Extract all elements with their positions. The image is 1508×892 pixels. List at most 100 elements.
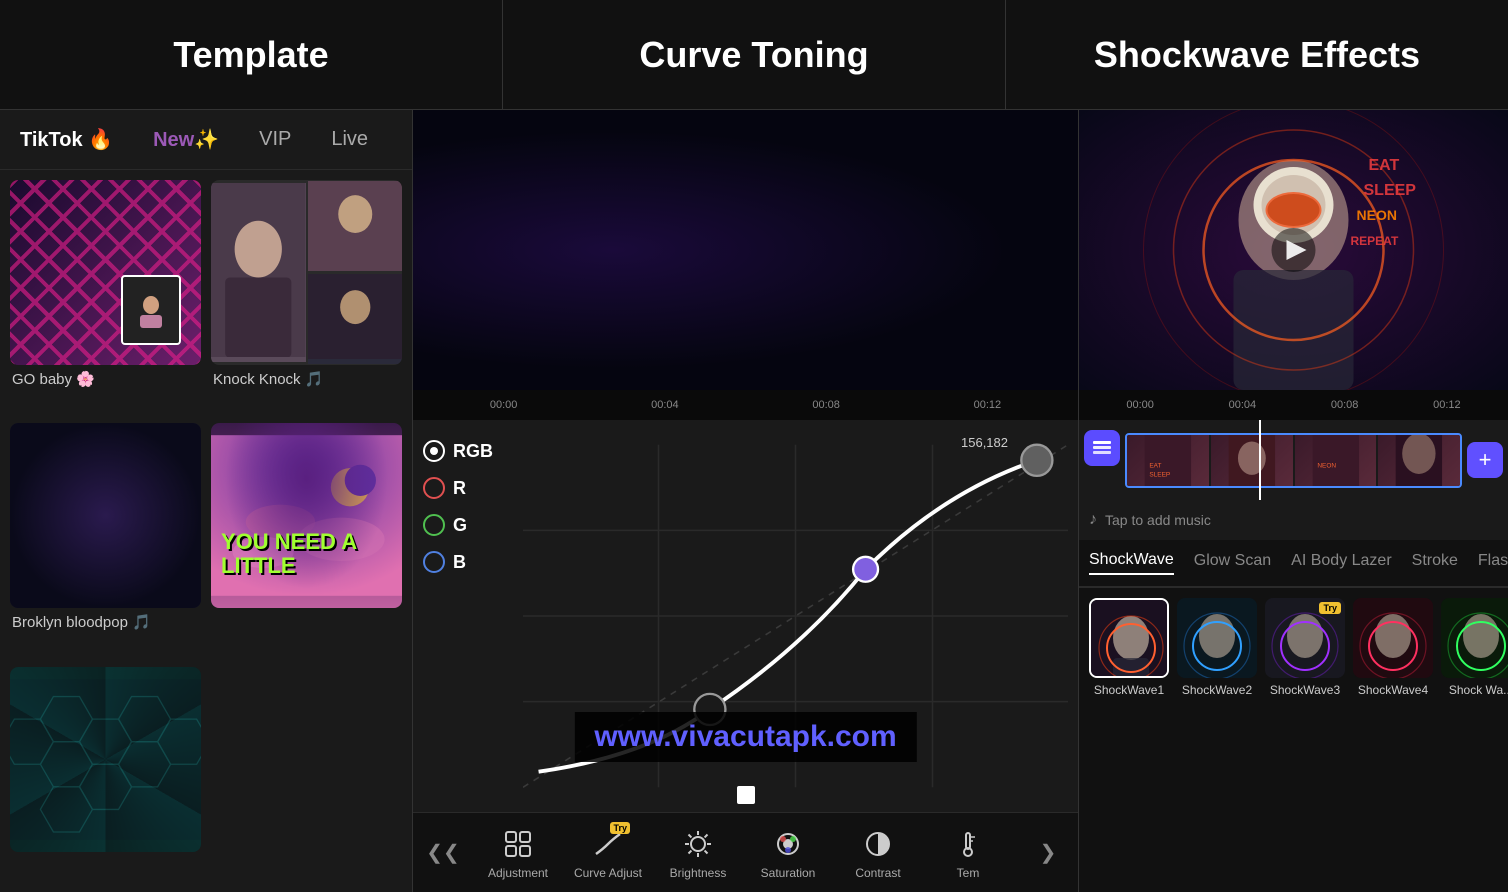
rgb-dot bbox=[423, 440, 445, 462]
saturation-label: Saturation bbox=[761, 866, 816, 880]
toolbar-temperature[interactable]: Tem bbox=[933, 826, 1003, 880]
tab-live[interactable]: Live bbox=[321, 123, 378, 156]
saturation-icon bbox=[770, 826, 806, 862]
effect-shockwave2[interactable]: ShockWave2 bbox=[1177, 598, 1257, 882]
adjustment-label: Adjustment bbox=[488, 866, 548, 880]
template-thumb-go-baby bbox=[10, 180, 201, 365]
track-frame-3: NEON bbox=[1295, 435, 1377, 486]
more-button[interactable]: ❯ bbox=[1028, 833, 1068, 873]
toolbar-contrast[interactable]: Contrast bbox=[843, 826, 913, 880]
contrast-label: Contrast bbox=[855, 866, 900, 880]
time-12: 00:12 bbox=[907, 399, 1068, 411]
curve-panel: 00:00 00:04 00:08 00:12 RGB R G bbox=[413, 110, 1078, 892]
template-label-knock-knock: Knock Knock 🎵 bbox=[211, 370, 402, 388]
video-track-strip: EAT SLEEP NEON bbox=[1125, 433, 1462, 488]
g-dot bbox=[423, 514, 445, 536]
time-8: 00:08 bbox=[746, 399, 907, 411]
template-grid: GO baby 🌸 bbox=[0, 170, 412, 892]
layers-icon[interactable] bbox=[1084, 430, 1120, 466]
curve-adjustment: RGB R G B 156,182 bbox=[413, 420, 1078, 812]
go-baby-selfie bbox=[121, 275, 181, 345]
toolbar-curve-adjust[interactable]: Try Curve Adjust bbox=[573, 826, 643, 880]
template-thumb-you-need: YOU NEED ALITTLE bbox=[211, 423, 402, 608]
toolbar-adjustment[interactable]: Adjustment bbox=[483, 826, 553, 880]
template-thumb-knock-knock bbox=[211, 180, 402, 365]
channel-list: RGB R G B bbox=[423, 430, 523, 802]
main-content: TikTok 🔥 New✨ VIP Live bbox=[0, 110, 1508, 892]
sw-time-4: 00:04 bbox=[1191, 399, 1293, 411]
svg-text:SLEEP: SLEEP bbox=[1364, 182, 1417, 199]
svg-text:EAT: EAT bbox=[1369, 157, 1400, 174]
template-card-you-need[interactable]: YOU NEED ALITTLE bbox=[211, 423, 402, 656]
sw-time-12: 00:12 bbox=[1396, 399, 1498, 411]
channel-r[interactable]: R bbox=[423, 477, 523, 499]
knock-cell-2 bbox=[308, 274, 403, 364]
music-row[interactable]: ♪ Tap to add music bbox=[1079, 500, 1508, 540]
tab-glow-scan[interactable]: Glow Scan bbox=[1194, 552, 1271, 574]
shockwave-title: Shockwave Effects bbox=[1094, 34, 1420, 76]
shockwave-track: EAT SLEEP NEON + bbox=[1079, 420, 1508, 500]
channel-b[interactable]: B bbox=[423, 551, 523, 573]
svg-text:NEON: NEON bbox=[1317, 462, 1336, 469]
curve-section-header: Curve Toning bbox=[502, 0, 1006, 109]
shockwave4-label: ShockWave4 bbox=[1358, 683, 1428, 697]
shockwave-timeline: 00:00 00:04 00:08 00:12 bbox=[1079, 390, 1508, 420]
curve-title: Curve Toning bbox=[639, 34, 868, 76]
curve-handle-bottom[interactable] bbox=[737, 786, 755, 804]
contrast-icon bbox=[860, 826, 896, 862]
shockwave2-label: ShockWave2 bbox=[1182, 683, 1252, 697]
shockwave4-thumb bbox=[1353, 598, 1433, 678]
template-card-hexagon[interactable] bbox=[10, 667, 201, 882]
add-track-button[interactable]: + bbox=[1467, 442, 1503, 478]
effect-shockwave1[interactable]: ShockWave1 bbox=[1089, 598, 1169, 882]
r-dot bbox=[423, 477, 445, 499]
curve-value: 156,182 bbox=[961, 435, 1008, 450]
template-thumb-hexagon bbox=[10, 667, 201, 852]
effect-shockwave3[interactable]: Try ShockWave3 bbox=[1265, 598, 1345, 882]
toolbar-bottom: ❮❮ Adjustment Try bbox=[413, 812, 1078, 892]
template-card-go-baby[interactable]: GO baby 🌸 bbox=[10, 180, 201, 413]
b-label: B bbox=[453, 552, 466, 573]
svg-text:REPEAT: REPEAT bbox=[1351, 234, 1399, 248]
brightness-label: Brightness bbox=[670, 866, 727, 880]
curve-graph[interactable]: 156,182 bbox=[523, 430, 1068, 802]
tab-stroke[interactable]: Stroke bbox=[1412, 552, 1458, 574]
shockwave-section-header: Shockwave Effects bbox=[1006, 0, 1508, 109]
channel-g[interactable]: G bbox=[423, 514, 523, 536]
knock-main-photo bbox=[211, 183, 306, 363]
toolbar-saturation[interactable]: Saturation bbox=[753, 826, 823, 880]
toolbar-brightness[interactable]: Brightness bbox=[663, 826, 733, 880]
track-frame-4 bbox=[1378, 435, 1460, 486]
curve-timeline: 00:00 00:04 00:08 00:12 bbox=[413, 390, 1078, 420]
tab-flash[interactable]: Flash bbox=[1478, 552, 1508, 574]
music-note-icon: ♪ bbox=[1089, 511, 1097, 529]
template-card-brooklyn[interactable]: Broklyn bloodpop 🎵 bbox=[10, 423, 201, 656]
svg-text:EAT: EAT bbox=[1149, 462, 1161, 469]
tab-vip[interactable]: VIP bbox=[249, 123, 301, 156]
back-button[interactable]: ❮❮ bbox=[423, 833, 463, 873]
tab-ai-body[interactable]: AI Body Lazer bbox=[1291, 552, 1392, 574]
template-tab-bar: TikTok 🔥 New✨ VIP Live bbox=[0, 110, 412, 170]
tab-tiktok[interactable]: TikTok 🔥 bbox=[10, 122, 123, 157]
try-badge: Try bbox=[610, 822, 630, 834]
curve-adjust-icon: Try bbox=[590, 826, 626, 862]
time-4: 00:04 bbox=[584, 399, 745, 411]
svg-text:SLEEP: SLEEP bbox=[1149, 471, 1170, 478]
tab-new[interactable]: New✨ bbox=[143, 122, 229, 157]
shockwave2-thumb bbox=[1177, 598, 1257, 678]
effect-shockwave5[interactable]: Shock Wa... bbox=[1441, 598, 1508, 882]
video-preview bbox=[413, 110, 1078, 390]
try-badge-sw3: Try bbox=[1319, 602, 1341, 614]
curve-adjust-label: Curve Adjust bbox=[574, 866, 642, 880]
shockwave5-label: Shock Wa... bbox=[1449, 683, 1508, 697]
tab-shockwave[interactable]: ShockWave bbox=[1089, 551, 1174, 575]
effect-shockwave4[interactable]: ShockWave4 bbox=[1353, 598, 1433, 882]
shockwave-panel: EAT SLEEP NEON REPEAT 00:00 00:04 00:08 … bbox=[1078, 110, 1508, 892]
svg-text:NEON: NEON bbox=[1357, 207, 1397, 223]
template-card-knock-knock[interactable]: Knock Knock 🎵 bbox=[211, 180, 402, 413]
shockwave1-thumb bbox=[1089, 598, 1169, 678]
brightness-icon bbox=[680, 826, 716, 862]
template-thumb-brooklyn bbox=[10, 423, 201, 608]
shockwave5-thumb bbox=[1441, 598, 1508, 678]
channel-rgb[interactable]: RGB bbox=[423, 440, 523, 462]
